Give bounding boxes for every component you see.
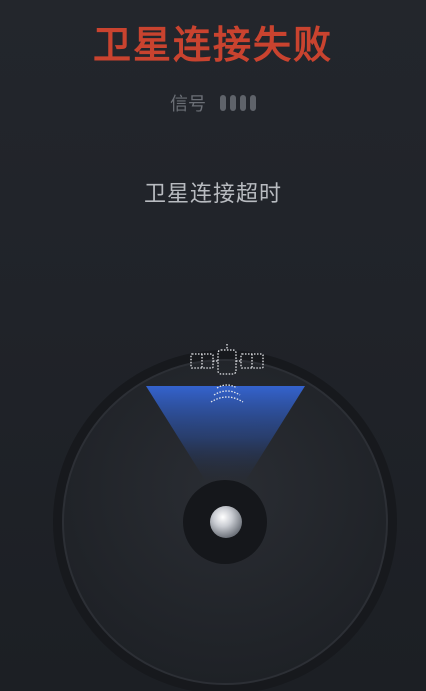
knob-center-icon[interactable] (210, 506, 242, 538)
radar-dial (53, 344, 397, 691)
